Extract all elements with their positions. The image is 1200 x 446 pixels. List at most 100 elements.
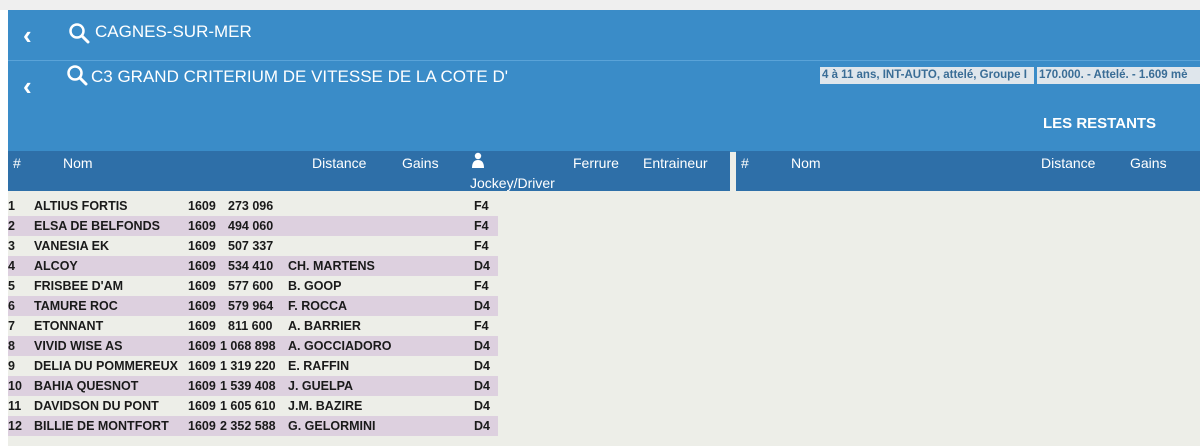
col-gains-header[interactable]: Gains (1130, 155, 1167, 171)
right-table-header: # Nom Distance Gains (736, 151, 1200, 191)
cell-gains: 1 319 220 (220, 359, 276, 373)
table-row[interactable]: 4 ALCOY 1609 534 410 CH. MARTENS D4 (8, 256, 498, 276)
cell-ferrure: F4 (474, 219, 489, 233)
cell-num: 4 (8, 259, 15, 273)
cell-nom: VIVID WISE AS (34, 339, 123, 353)
cell-gains: 579 964 (228, 299, 274, 313)
cell-nom: BILLIE DE MONTFORT (34, 419, 169, 433)
cell-distance: 1609 (188, 399, 216, 413)
col-nom-header[interactable]: Nom (791, 155, 821, 171)
cell-ferrure: D4 (474, 399, 490, 413)
cell-distance: 1609 (188, 359, 216, 373)
cell-nom: ALTIUS FORTIS (34, 199, 128, 213)
cell-distance: 1609 (188, 239, 216, 253)
table-row[interactable]: 7 ETONNANT 1609 811 600 A. BARRIER F4 (8, 316, 498, 336)
cell-ferrure: F4 (474, 279, 489, 293)
course-prize-tag: 170.000. - Attelé. - 1.609 mè (1037, 67, 1200, 84)
search-icon[interactable] (66, 64, 88, 86)
cell-distance: 1609 (188, 199, 216, 213)
table-row[interactable]: 12 BILLIE DE MONTFORT 1609 2 352 588 G. GELO… (8, 416, 498, 436)
table-row[interactable]: 2 ELSA DE BELFONDS 1609 494 060 F4 (8, 216, 498, 236)
cell-gains: 494 060 (228, 219, 274, 233)
col-distance-header[interactable]: Distance (1041, 155, 1095, 171)
course-bar: ‹ C3 GRAND CRITERIUM DE VITESSE DE LA CO… (8, 60, 1200, 152)
cell-num: 7 (8, 319, 15, 333)
cell-gains: 2 352 588 (220, 419, 276, 433)
cell-distance: 1609 (188, 419, 216, 433)
cell-driver: A. BARRIER (288, 319, 361, 333)
cell-nom: ALCOY (34, 259, 78, 273)
col-num-header[interactable]: # (13, 155, 21, 171)
cell-num: 9 (8, 359, 15, 373)
cell-driver: E. RAFFIN (288, 359, 350, 373)
cell-num: 11 (8, 399, 22, 413)
table-row[interactable]: 5 FRISBEE D'AM 1609 577 600 B. GOOP F4 (8, 276, 498, 296)
table-row[interactable]: 11 DAVIDSON DU PONT 1609 1 605 610 J.M. BAZI… (8, 396, 498, 416)
cell-gains: 1 605 610 (220, 399, 276, 413)
col-ferrure-header[interactable]: Ferrure (573, 155, 619, 171)
cell-distance: 1609 (188, 379, 216, 393)
cell-ferrure: F4 (474, 199, 489, 213)
cell-gains: 1 068 898 (220, 339, 276, 353)
course-title[interactable]: C3 GRAND CRITERIUM DE VITESSE DE LA COTE… (91, 67, 508, 87)
col-distance-header[interactable]: Distance (312, 155, 366, 171)
cell-distance: 1609 (188, 319, 216, 333)
cell-nom: DAVIDSON DU PONT (34, 399, 159, 413)
search-icon[interactable] (68, 22, 90, 44)
cell-ferrure: D4 (474, 359, 490, 373)
cell-gains: 534 410 (228, 259, 274, 273)
cell-num: 10 (8, 379, 22, 393)
cell-driver: J.M. BAZIRE (288, 399, 363, 413)
table-row[interactable]: 3 VANESIA EK 1609 507 337 F4 (8, 236, 498, 256)
cell-gains: 811 600 (228, 319, 273, 333)
cell-ferrure: F4 (474, 239, 489, 253)
jockey-icon (472, 152, 484, 168)
col-num-header[interactable]: # (741, 155, 749, 171)
cell-distance: 1609 (188, 219, 216, 233)
table-row[interactable]: 10 BAHIA QUESNOT 1609 1 539 408 J. GUELPA D4 (8, 376, 498, 396)
col-entraineur-header[interactable]: Entraineur (643, 155, 708, 171)
cell-num: 12 (8, 419, 22, 433)
cell-ferrure: D4 (474, 419, 490, 433)
table-row[interactable]: 9 DELIA DU POMMEREUX 1609 1 319 220 E. RAFFI… (8, 356, 498, 376)
cell-distance: 1609 (188, 299, 216, 313)
cell-num: 8 (8, 339, 15, 353)
cell-num: 6 (8, 299, 15, 313)
table-row[interactable]: 6 TAMURE ROC 1609 579 964 F. ROCCA D4 (8, 296, 498, 316)
cell-num: 2 (8, 219, 15, 233)
section-title: LES RESTANTS (1043, 115, 1157, 132)
cell-driver: B. GOOP (288, 279, 342, 293)
back-chevron-icon[interactable]: ‹ (23, 73, 32, 99)
cell-gains: 507 337 (228, 239, 274, 253)
cell-gains: 273 096 (228, 199, 274, 213)
cell-distance: 1609 (188, 259, 216, 273)
cell-gains: 1 539 408 (220, 379, 276, 393)
cell-nom: DELIA DU POMMEREUX (34, 359, 178, 373)
hippodrome-bar: ‹ CAGNES-SUR-MER (8, 10, 1200, 60)
col-nom-header[interactable]: Nom (63, 155, 93, 171)
course-conditions-tag: 4 à 11 ans, INT-AUTO, attelé, Groupe I (820, 67, 1034, 84)
cell-driver: G. GELORMINI (288, 419, 376, 433)
cell-nom: VANESIA EK (34, 239, 110, 253)
table-row[interactable]: 8 VIVID WISE AS 1609 1 068 898 A. GOCCIADORO… (8, 336, 498, 356)
cell-ferrure: D4 (474, 299, 490, 313)
col-jockey-header[interactable]: Jockey/Driver (470, 175, 555, 191)
top-strip (0, 0, 1200, 10)
hippodrome-title[interactable]: CAGNES-SUR-MER (95, 22, 252, 42)
cell-driver: J. GUELPA (288, 379, 354, 393)
col-gains-header[interactable]: Gains (402, 155, 439, 171)
cell-ferrure: D4 (474, 259, 490, 273)
cell-driver: CH. MARTENS (288, 259, 375, 273)
cell-nom: TAMURE ROC (34, 299, 118, 313)
back-chevron-icon[interactable]: ‹ (23, 22, 32, 48)
cell-distance: 1609 (188, 279, 216, 293)
left-table-body: 1 ALTIUS FORTIS 1609 273 096 F4 2 ELSA DE BEL… (8, 196, 498, 436)
cell-distance: 1609 (188, 339, 216, 353)
cell-nom: ELSA DE BELFONDS (34, 219, 160, 233)
cell-nom: FRISBEE D'AM (34, 279, 124, 293)
table-row[interactable]: 1 ALTIUS FORTIS 1609 273 096 F4 (8, 196, 498, 216)
cell-nom: BAHIA QUESNOT (34, 379, 139, 393)
cell-num: 5 (8, 279, 15, 293)
cell-ferrure: F4 (474, 319, 489, 333)
cell-ferrure: D4 (474, 339, 490, 353)
